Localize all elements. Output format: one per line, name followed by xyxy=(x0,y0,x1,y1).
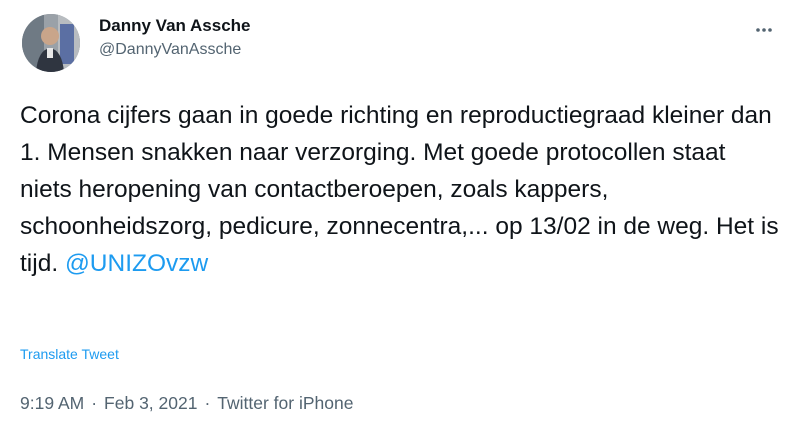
avatar[interactable] xyxy=(22,14,80,72)
tweet-source[interactable]: Twitter for iPhone xyxy=(217,393,353,413)
more-options-button[interactable] xyxy=(750,16,778,44)
tweet-meta: 9:19 AM · Feb 3, 2021 · Twitter for iPhone xyxy=(20,393,353,414)
tweet-card: Danny Van Assche @DannyVanAssche Corona … xyxy=(0,0,796,425)
author-handle[interactable]: @DannyVanAssche xyxy=(99,40,251,59)
more-horizontal-icon xyxy=(756,28,772,32)
tweet-text: Corona cijfers gaan in goede richting en… xyxy=(20,97,780,282)
avatar-photo-icon xyxy=(22,14,80,72)
tweet-date[interactable]: Feb 3, 2021 xyxy=(104,393,197,413)
meta-separator: · xyxy=(204,393,211,413)
author-names: Danny Van Assche @DannyVanAssche xyxy=(99,16,251,60)
translate-tweet-link[interactable]: Translate Tweet xyxy=(20,346,119,362)
tweet-time[interactable]: 9:19 AM xyxy=(20,393,84,413)
meta-separator: · xyxy=(91,393,98,413)
mention-link[interactable]: @UNIZOvzw xyxy=(65,250,208,277)
author-display-name[interactable]: Danny Van Assche xyxy=(99,16,251,36)
tweet-header: Danny Van Assche @DannyVanAssche xyxy=(18,10,778,74)
